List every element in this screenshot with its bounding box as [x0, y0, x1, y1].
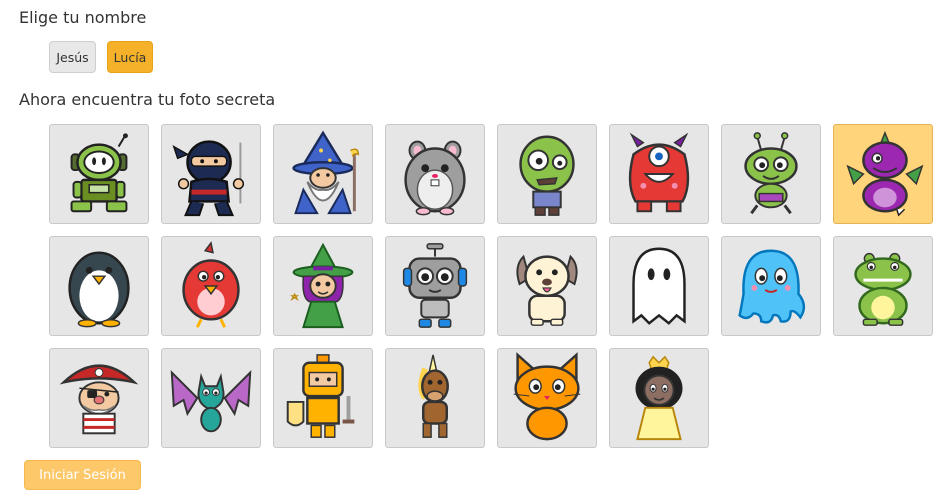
bat-icon	[170, 370, 252, 433]
name-button-jesus[interactable]: Jesús	[49, 41, 96, 73]
penguin-icon	[68, 251, 130, 328]
avatar-tile-1[interactable]	[49, 124, 149, 224]
red-bird-icon	[182, 241, 240, 328]
red-monster-icon	[628, 132, 690, 213]
avatar-tile-8[interactable]	[833, 124, 933, 224]
avatar-tile-10[interactable]	[161, 236, 261, 336]
cat-icon	[513, 352, 581, 441]
green-dragon-icon	[854, 252, 912, 326]
hamster-icon	[404, 140, 466, 216]
avatar-tile-17[interactable]	[49, 348, 149, 448]
avatar-tile-12[interactable]	[385, 236, 485, 336]
avatar-tile-13[interactable]	[497, 236, 597, 336]
witch-girl-icon	[290, 242, 354, 329]
avatar-tile-18[interactable]	[161, 348, 261, 448]
dog-icon	[516, 254, 578, 326]
avatar-tile-22[interactable]	[609, 348, 709, 448]
avatar-tile-14[interactable]	[609, 236, 709, 336]
avatar-tile-9[interactable]	[49, 236, 149, 336]
avatar-tile-4[interactable]	[385, 124, 485, 224]
avatar-tile-7[interactable]	[721, 124, 821, 224]
name-prompt: Elige tu nombre	[19, 8, 147, 27]
robot-green-icon	[70, 133, 128, 213]
unicorn-icon	[418, 354, 449, 438]
pirate-icon	[59, 364, 139, 435]
avatar-tile-6[interactable]	[609, 124, 709, 224]
princess-icon	[635, 355, 683, 441]
name-button-lucia[interactable]: Lucía	[107, 41, 153, 73]
zombie-icon	[519, 135, 575, 216]
avatar-tile-3[interactable]	[273, 124, 373, 224]
alien-icon	[744, 132, 798, 215]
ninja-icon	[172, 140, 245, 217]
avatar-tile-20[interactable]	[385, 348, 485, 448]
ghost-icon	[632, 247, 686, 325]
avatar-tile-21[interactable]	[497, 348, 597, 448]
robot-gray-icon	[402, 243, 468, 328]
blue-octopus-icon	[738, 249, 806, 324]
photo-prompt: Ahora encuentra tu foto secreta	[19, 90, 276, 109]
avatar-tile-16[interactable]	[833, 236, 933, 336]
wizard-icon	[292, 130, 360, 215]
login-button[interactable]: Iniciar Sesión	[24, 460, 141, 490]
avatar-tile-19[interactable]	[273, 348, 373, 448]
avatar-tile-15[interactable]	[721, 236, 821, 336]
avatar-tile-2[interactable]	[161, 124, 261, 224]
knight-icon	[286, 354, 355, 438]
avatar-tile-11[interactable]	[273, 236, 373, 336]
purple-dragon-icon	[846, 130, 924, 217]
avatar-tile-5[interactable]	[497, 124, 597, 224]
